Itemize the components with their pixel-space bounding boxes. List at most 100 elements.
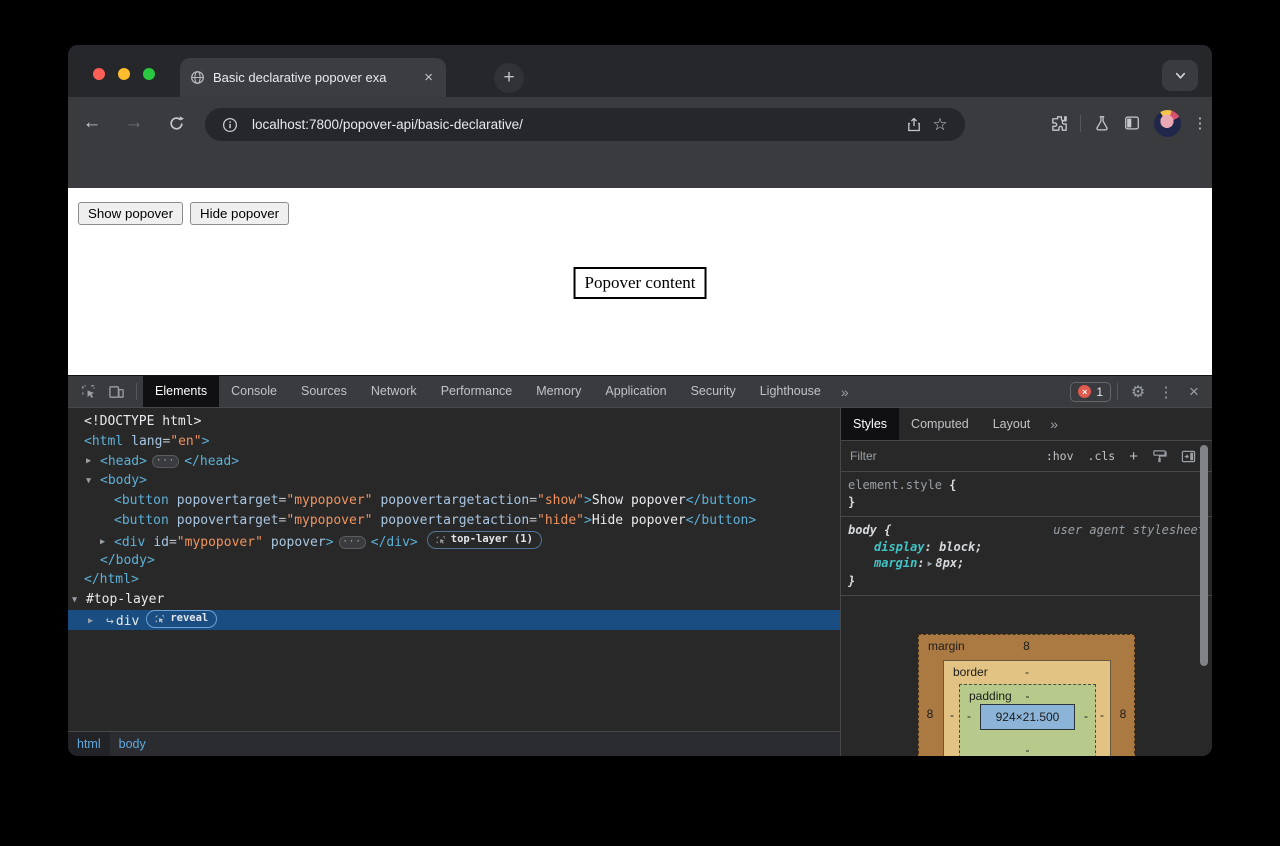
margin-left-value[interactable]: 8 xyxy=(923,707,937,721)
url-bar[interactable]: localhost:7800/popover-api/basic-declara… xyxy=(205,108,965,141)
new-tab-button[interactable]: + xyxy=(494,63,524,93)
new-style-rule-icon[interactable]: + xyxy=(1129,448,1138,465)
box-model-border[interactable]: border - - - padding - - - - xyxy=(943,660,1111,756)
filter-input[interactable]: Filter xyxy=(850,449,1039,463)
padding-bottom-value[interactable]: - xyxy=(960,743,1095,756)
padding-right-value[interactable]: - xyxy=(1079,709,1093,723)
padding-top-value[interactable]: - xyxy=(960,689,1095,703)
tab-network[interactable]: Network xyxy=(359,376,429,407)
tab-styles[interactable]: Styles xyxy=(841,408,899,440)
devtools-menu-icon[interactable]: ⋮ xyxy=(1152,383,1180,401)
expand-arrow-icon[interactable]: ▼ xyxy=(86,472,100,492)
devtools: Elements Console Sources Network Perform… xyxy=(68,375,1212,756)
reload-icon[interactable] xyxy=(160,107,192,139)
devtools-toolbar-divider xyxy=(136,383,137,400)
expand-arrow-icon[interactable]: ▼ xyxy=(72,591,86,611)
display-property[interactable]: display: block; xyxy=(848,539,1205,556)
margin-property[interactable]: margin:▶8px; xyxy=(848,555,1205,573)
cls-toggle[interactable]: .cls xyxy=(1088,449,1116,463)
tab-strip: Basic declarative popover exa × + xyxy=(68,45,1212,97)
box-model-content[interactable]: 924×21.500 xyxy=(980,704,1075,730)
tree-button-hide[interactable]: <buttonpopovertarget="mypopover"popovert… xyxy=(68,511,840,531)
border-left-value[interactable]: - xyxy=(945,708,959,722)
paint-roller-icon[interactable] xyxy=(1152,449,1167,464)
body-rule[interactable]: body {user agent stylesheet display: blo… xyxy=(841,517,1212,596)
tree-top-layer[interactable]: ▼#top-layer xyxy=(68,590,840,610)
bookmark-star-icon[interactable]: ☆ xyxy=(927,115,953,135)
margin-top-value[interactable]: 8 xyxy=(919,639,1134,653)
reveal-badge[interactable]: reveal xyxy=(146,610,217,628)
tab-layout[interactable]: Layout xyxy=(981,408,1043,440)
box-model-margin[interactable]: margin 8 8 8 border - - - padding xyxy=(918,634,1135,756)
element-state-panel-icon[interactable] xyxy=(1181,449,1196,464)
tab-elements[interactable]: Elements xyxy=(143,376,219,407)
collapse-arrow-icon[interactable]: ▶ xyxy=(86,452,100,472)
tree-popover-div[interactable]: ▶<divid="mypopover"popover>···</div>top-… xyxy=(68,531,840,551)
tab-console[interactable]: Console xyxy=(219,376,289,407)
styles-filter-row: Filter :hov .cls + xyxy=(841,441,1212,472)
breadcrumb-body[interactable]: body xyxy=(110,732,155,756)
more-panes-icon[interactable]: » xyxy=(1042,416,1066,432)
styles-scrollbar-thumb[interactable] xyxy=(1200,445,1208,666)
inspect-element-icon[interactable] xyxy=(74,383,102,400)
globe-icon xyxy=(190,70,205,85)
border-top-value[interactable]: - xyxy=(944,665,1110,679)
tab-performance[interactable]: Performance xyxy=(429,376,525,407)
browser-menu-icon[interactable]: ⋮ xyxy=(1188,114,1212,132)
tree-html-open[interactable]: <htmllang="en"> xyxy=(68,432,840,452)
minimize-window-button[interactable] xyxy=(118,68,130,80)
box-model-diagram: margin 8 8 8 border - - - padding xyxy=(841,634,1212,756)
element-style-rule[interactable]: element.style { } xyxy=(841,472,1212,517)
tree-body-close[interactable]: </body> xyxy=(68,551,840,571)
top-layer-badge[interactable]: top-layer (1) xyxy=(427,531,542,549)
tab-application[interactable]: Application xyxy=(593,376,678,407)
profile-avatar[interactable] xyxy=(1154,110,1181,137)
breadcrumb-html[interactable]: html xyxy=(68,732,110,756)
hide-popover-button[interactable]: Hide popover xyxy=(190,202,289,225)
tab-lighthouse[interactable]: Lighthouse xyxy=(748,376,833,407)
back-icon[interactable]: ← xyxy=(76,107,108,139)
browser-window: Basic declarative popover exa × + ← → lo… xyxy=(68,45,1212,756)
settings-gear-icon[interactable]: ⚙ xyxy=(1124,382,1152,402)
tab-search-chevron-button[interactable] xyxy=(1162,60,1198,91)
tree-head[interactable]: ▶<head>···</head> xyxy=(68,452,840,472)
tab-sources[interactable]: Sources xyxy=(289,376,359,407)
forward-icon[interactable]: → xyxy=(118,107,150,139)
device-toolbar-icon[interactable] xyxy=(102,383,130,400)
stylesheet-origin: user agent stylesheet xyxy=(1053,522,1205,539)
collapsed-content-icon[interactable]: ··· xyxy=(339,536,366,549)
tree-body-open[interactable]: ▼<body> xyxy=(68,471,840,491)
style-rules: element.style { } body {user agent style… xyxy=(841,472,1212,596)
tree-top-layer-div-selected[interactable]: ▶↪divreveal xyxy=(68,610,840,630)
close-window-button[interactable] xyxy=(93,68,105,80)
border-right-value[interactable]: - xyxy=(1095,708,1109,722)
hov-toggle[interactable]: :hov xyxy=(1046,449,1074,463)
padding-left-value[interactable]: - xyxy=(962,709,976,723)
site-info-icon[interactable] xyxy=(217,117,243,133)
show-popover-button[interactable]: Show popover xyxy=(78,202,183,225)
margin-right-value[interactable]: 8 xyxy=(1116,707,1130,721)
more-tabs-icon[interactable]: » xyxy=(833,384,857,400)
error-badge[interactable]: × 1 xyxy=(1070,382,1111,402)
tab-memory[interactable]: Memory xyxy=(524,376,593,407)
flask-icon[interactable] xyxy=(1087,114,1117,132)
share-icon[interactable] xyxy=(901,117,927,133)
box-model-padding[interactable]: padding - - - - 924×21.500 xyxy=(959,684,1096,756)
maximize-window-button[interactable] xyxy=(143,68,155,80)
tree-html-close[interactable]: </html> xyxy=(68,570,840,590)
extensions-puzzle-icon[interactable] xyxy=(1044,114,1074,133)
tree-doctype[interactable]: <!DOCTYPE html> xyxy=(68,412,840,432)
collapsed-content-icon[interactable]: ··· xyxy=(152,455,179,468)
tab-security[interactable]: Security xyxy=(679,376,748,407)
tree-button-show[interactable]: <buttonpopovertarget="mypopover"popovert… xyxy=(68,491,840,511)
collapse-arrow-icon[interactable]: ▶ xyxy=(88,612,102,632)
browser-tab[interactable]: Basic declarative popover exa × xyxy=(180,58,446,97)
devtools-close-icon[interactable]: × xyxy=(1180,382,1208,402)
devtools-toolbar: Elements Console Sources Network Perform… xyxy=(68,376,1212,408)
tab-computed[interactable]: Computed xyxy=(899,408,981,440)
side-panel-icon[interactable] xyxy=(1117,114,1147,132)
url-text[interactable]: localhost:7800/popover-api/basic-declara… xyxy=(252,117,901,132)
tab-close-icon[interactable]: × xyxy=(421,69,436,86)
reveal-arrow-icon: ↪ xyxy=(106,614,114,629)
expand-property-icon[interactable]: ▶ xyxy=(928,556,933,573)
